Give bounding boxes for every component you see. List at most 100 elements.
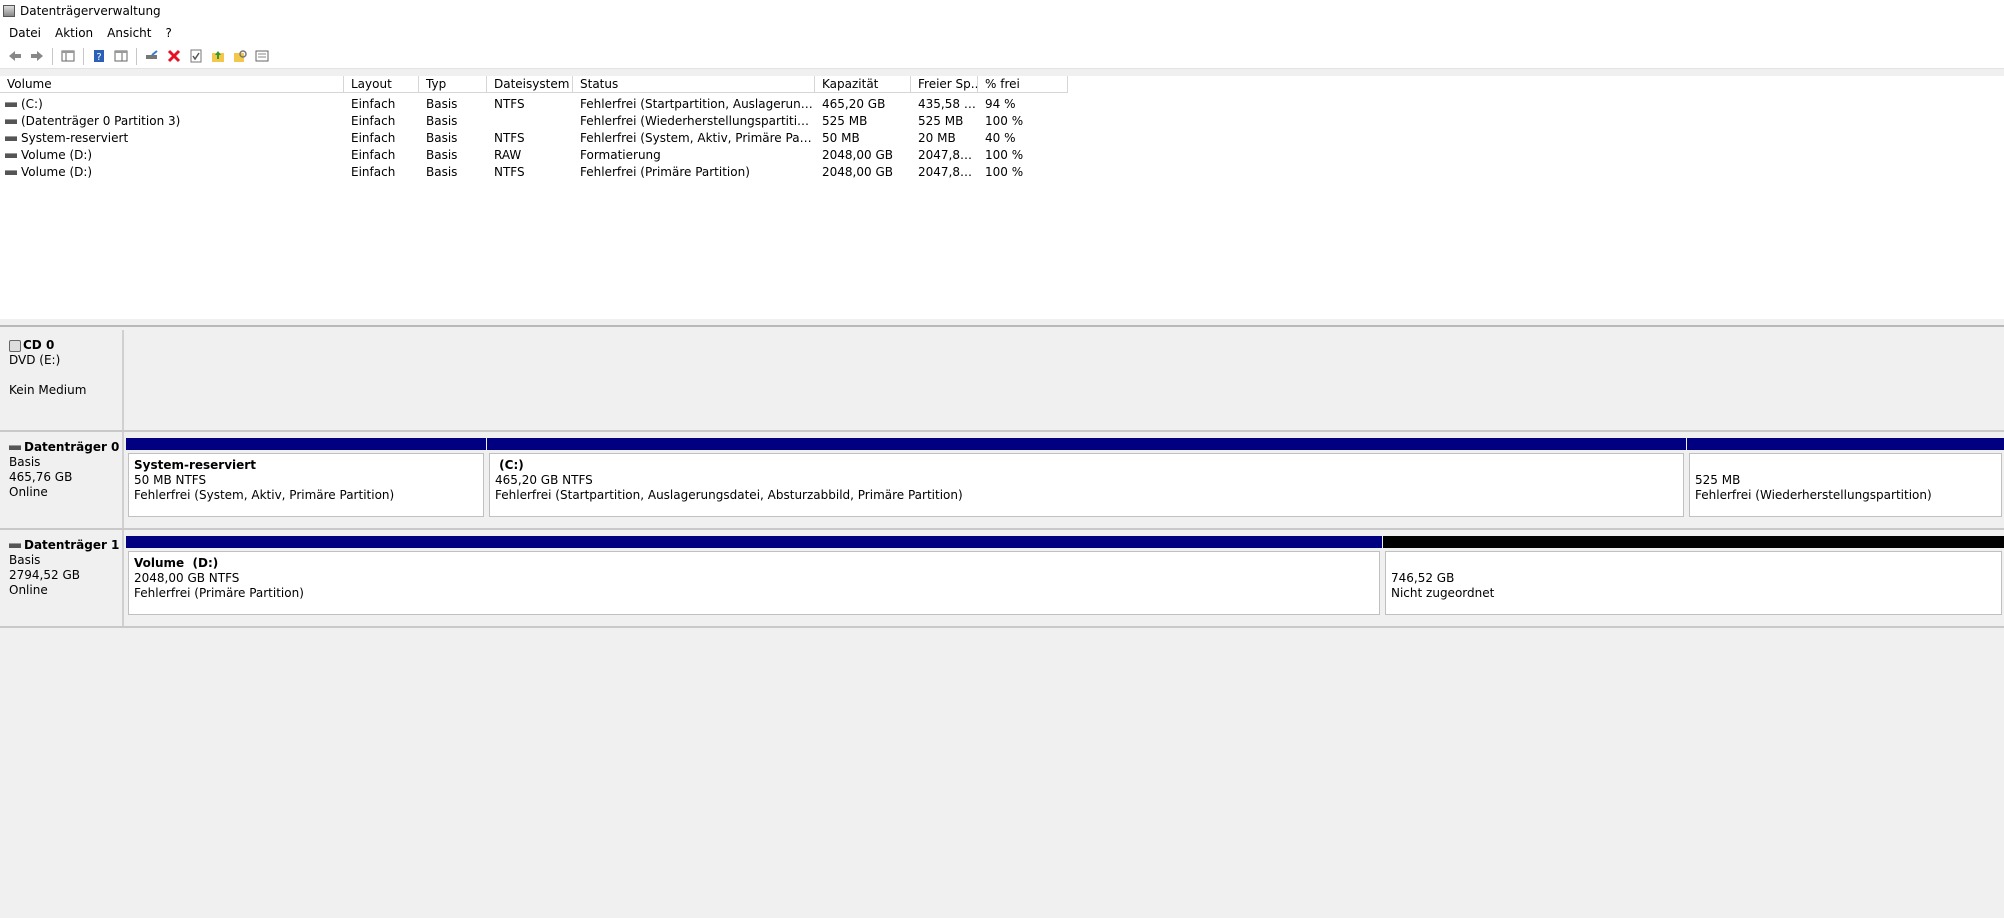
volume-list-header: Volume Layout Typ Dateisystem Status Kap… [0,76,1068,93]
capacity-cell: 2048,00 GB [822,148,893,162]
column-header-typ[interactable]: Typ [419,76,487,92]
partition-system-reserved[interactable]: System-reserviert 50 MB NTFS Fehlerfrei … [126,438,486,522]
filesystem-cell: NTFS [494,97,525,111]
partition-bar [1687,438,2004,450]
volume-name: Volume (D:) [21,165,93,179]
capacity-cell: 465,20 GB [822,97,886,111]
column-header-status[interactable]: Status [573,76,815,92]
check-icon[interactable] [185,45,207,67]
menu-ansicht[interactable]: Ansicht [100,26,158,40]
volume-name: (C:) [21,97,43,111]
partition-size: 525 MB [1695,473,1741,487]
typ-cell: Basis [426,114,458,128]
connect-drive-icon[interactable] [141,45,163,67]
properties-icon[interactable] [251,45,273,67]
disk-cd0: CD 0 DVD (E:) Kein Medium [0,330,2004,430]
partition-recovery[interactable]: 525 MB Fehlerfrei (Wiederherstellungspar… [1687,438,2004,522]
table-row[interactable]: Volume (D:) Einfach Basis RAW Formatieru… [0,147,1068,164]
partition-status: Fehlerfrei (Wiederherstellungspartition) [1695,488,1932,502]
status-cell: Fehlerfrei (Startpartition, Auslagerungs… [580,97,815,111]
back-arrow-icon[interactable] [4,45,26,67]
partition-unallocated[interactable]: 746,52 GB Nicht zugeordnet [1383,536,2004,620]
disk-name: CD 0 [23,338,55,352]
volume-name: System-reserviert [21,131,129,145]
toolbar-separator [136,47,137,65]
partition-status: Fehlerfrei (System, Aktiv, Primäre Parti… [134,488,395,502]
disk-divider [0,626,2004,628]
percent-free-cell: 94 % [985,97,1016,111]
menu-bar: Datei Aktion Ansicht ? [0,22,2004,44]
menu-aktion[interactable]: Aktion [48,26,100,40]
partition-status: Fehlerfrei (Primäre Partition) [134,586,304,600]
folder-search-icon[interactable] [229,45,251,67]
column-header-prozent-frei[interactable]: % frei [978,76,1068,92]
capacity-cell: 525 MB [822,114,868,128]
partition-size: 50 MB NTFS [134,473,207,487]
column-header-kapazitaet[interactable]: Kapazität [815,76,911,92]
partition-bar [126,438,486,450]
volume-name: (Datenträger 0 Partition 3) [21,114,181,128]
help-icon[interactable]: ? [88,45,110,67]
partition-title: System-reserviert [134,458,256,472]
cd0-area [125,330,2004,430]
filesystem-cell: RAW [494,148,522,162]
typ-cell: Basis [426,97,458,111]
disk-1: Datenträger 1 Basis 2794,52 GB Online Vo… [0,530,2004,626]
partition-status: Fehlerfrei (Startpartition, Auslagerungs… [495,488,963,502]
free-space-cell: 20 MB [918,131,956,145]
partition-c[interactable]: (C:) 465,20 GB NTFS Fehlerfrei (Startpar… [487,438,1686,522]
partition-title: Volume (D:) [134,556,219,570]
free-space-cell: 525 MB [918,114,964,128]
status-cell: Fehlerfrei (System, Aktiv, Primäre Parti… [580,131,815,145]
volume-list: Volume Layout Typ Dateisystem Status Kap… [0,76,2004,319]
cd-drive-icon [9,339,21,352]
typ-cell: Basis [426,165,458,179]
percent-free-cell: 100 % [985,148,1024,162]
pane-splitter[interactable] [0,319,2004,327]
disk-label-cd0[interactable]: CD 0 DVD (E:) Kein Medium [0,330,124,430]
column-header-volume[interactable]: Volume [0,76,344,92]
free-space-cell: 2047,83 ... [918,165,978,179]
disk-label-0[interactable]: Datenträger 0 Basis 465,76 GB Online [0,432,124,528]
toolbar: ? [0,44,2004,69]
column-header-dateisystem[interactable]: Dateisystem [487,76,573,92]
column-header-freier-speicher[interactable]: Freier Sp... [911,76,978,92]
drive-icon [9,543,21,548]
folder-up-icon[interactable] [207,45,229,67]
status-cell: Fehlerfrei (Primäre Partition) [580,165,750,179]
layout-cell: Einfach [351,165,396,179]
toolbar-separator [83,47,84,65]
table-row[interactable]: System-reserviert Einfach Basis NTFS Feh… [0,130,1068,147]
partition-size: 2048,00 GB NTFS [134,571,240,585]
status-cell: Fehlerfrei (Wiederherstellungspartition) [580,114,815,128]
disk-label-1[interactable]: Datenträger 1 Basis 2794,52 GB Online [0,530,124,626]
disk-type: Basis [9,455,41,469]
typ-cell: Basis [426,131,458,145]
toolbar-separator [52,47,53,65]
percent-free-cell: 100 % [985,165,1024,179]
menu-datei[interactable]: Datei [2,26,48,40]
table-row[interactable]: (C:) Einfach Basis NTFS Fehlerfrei (Star… [0,96,1068,113]
table-row[interactable]: (Datenträger 0 Partition 3) Einfach Basi… [0,113,1068,130]
partition-title [1391,556,1996,571]
menu-help[interactable]: ? [158,26,178,40]
show-pane-icon[interactable] [110,45,132,67]
console-tree-icon[interactable] [57,45,79,67]
drive-icon [5,170,17,175]
disk-0: Datenträger 0 Basis 465,76 GB Online Sys… [0,432,2004,528]
table-row[interactable]: Volume (D:) Einfach Basis NTFS Fehlerfre… [0,164,1068,181]
partition-volume-d[interactable]: Volume (D:) 2048,00 GB NTFS Fehlerfrei (… [126,536,1382,620]
partition-bar [1383,536,2004,548]
partition-title [1695,458,1996,473]
drive-icon [9,445,21,450]
free-space-cell: 2047,83 ... [918,148,978,162]
filesystem-cell: NTFS [494,131,525,145]
disk-size [9,368,122,383]
column-header-layout[interactable]: Layout [344,76,419,92]
delete-icon[interactable] [163,45,185,67]
window-title: Datenträgerverwaltung [20,4,161,18]
capacity-cell: 2048,00 GB [822,165,893,179]
capacity-cell: 50 MB [822,131,860,145]
drive-icon [5,136,17,141]
forward-arrow-icon[interactable] [26,45,48,67]
